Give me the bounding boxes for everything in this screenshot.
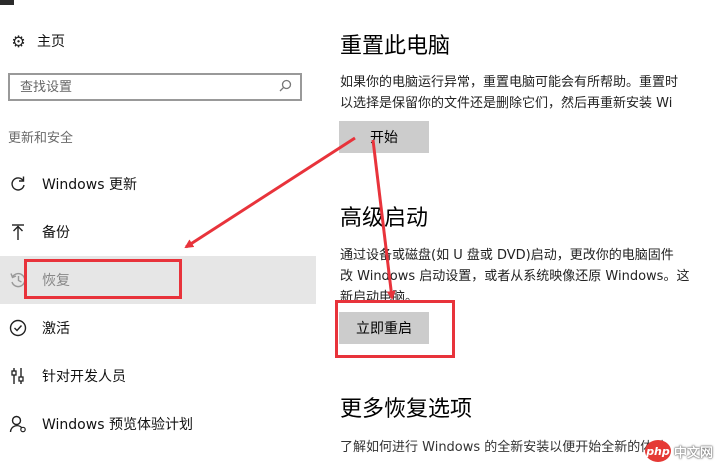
refresh-icon — [0, 175, 36, 193]
gear-icon: ⚙ — [11, 31, 26, 51]
restart-now-button[interactable]: 立即重启 — [339, 312, 429, 344]
reset-pc-heading: 重置此电脑 — [340, 34, 451, 59]
sidebar-item-windows-insider[interactable]: Windows 预览体验计划 — [0, 400, 316, 448]
description-line: 以选择是保留你的文件还是删除它们，然后再重新安装 Wi — [340, 96, 673, 111]
sidebar-item-recovery[interactable]: 恢复 — [0, 256, 316, 304]
settings-sidebar: ⚙ 主页 更新和安全 Windows 更新 备份 恢复 激活 — [0, 0, 316, 468]
site-watermark: php 中文网 — [644, 440, 713, 462]
sidebar-item-for-developers[interactable]: 针对开发人员 — [0, 352, 316, 400]
sidebar-item-label: Windows 预览体验计划 — [42, 417, 193, 433]
home-nav-item[interactable]: ⚙ 主页 — [0, 24, 316, 58]
description-line: 改 Windows 启动设置，或者从系统映像还原 Windows。这 — [340, 269, 690, 284]
advanced-startup-description: 通过设备或磁盘(如 U 盘或 DVD)启动，更改你的电脑固件 改 Windows… — [340, 245, 719, 308]
watermark-text: 中文网 — [673, 445, 713, 461]
more-recovery-options-heading: 更多恢复选项 — [340, 397, 473, 422]
check-circle-icon — [0, 319, 36, 337]
recovery-content: 重置此电脑 如果你的电脑运行异常，重置电脑可能会有所帮助。重置时 以选择是保留你… — [316, 0, 719, 468]
sidebar-item-label: 恢复 — [42, 273, 70, 289]
search-input[interactable] — [20, 79, 260, 95]
description-line: 如果你的电脑运行异常，重置电脑可能会有所帮助。重置时 — [340, 75, 679, 90]
backup-arrow-icon — [0, 223, 36, 241]
home-label: 主页 — [37, 34, 65, 50]
person-icon — [0, 415, 36, 433]
section-label: 更新和安全 — [8, 131, 74, 146]
description-line: 通过设备或磁盘(如 U 盘或 DVD)启动，更改你的电脑固件 — [340, 248, 674, 263]
sidebar-item-backup[interactable]: 备份 — [0, 208, 316, 256]
sidebar-item-activation[interactable]: 激活 — [0, 304, 316, 352]
developer-sliders-icon — [0, 367, 36, 385]
advanced-startup-heading: 高级启动 — [340, 206, 429, 231]
history-icon — [0, 271, 36, 289]
search-icon[interactable] — [279, 79, 292, 96]
search-box[interactable] — [8, 73, 302, 101]
sidebar-item-windows-update[interactable]: Windows 更新 — [0, 160, 316, 208]
title-bar-fragment — [0, 0, 14, 5]
start-reset-button[interactable]: 开始 — [339, 121, 429, 153]
description-line: 新启动电脑。 — [340, 290, 419, 305]
reset-pc-description: 如果你的电脑运行异常，重置电脑可能会有所帮助。重置时 以选择是保留你的文件还是删… — [340, 72, 719, 114]
sidebar-item-label: 备份 — [42, 225, 70, 241]
sidebar-item-label: 激活 — [42, 321, 70, 337]
clean-install-link[interactable]: 了解如何进行 Windows 的全新安装以便开始全新的体验 — [340, 436, 666, 455]
php-logo: php — [644, 440, 671, 462]
sidebar-item-label: Windows 更新 — [42, 177, 137, 193]
sidebar-item-label: 针对开发人员 — [42, 369, 126, 385]
